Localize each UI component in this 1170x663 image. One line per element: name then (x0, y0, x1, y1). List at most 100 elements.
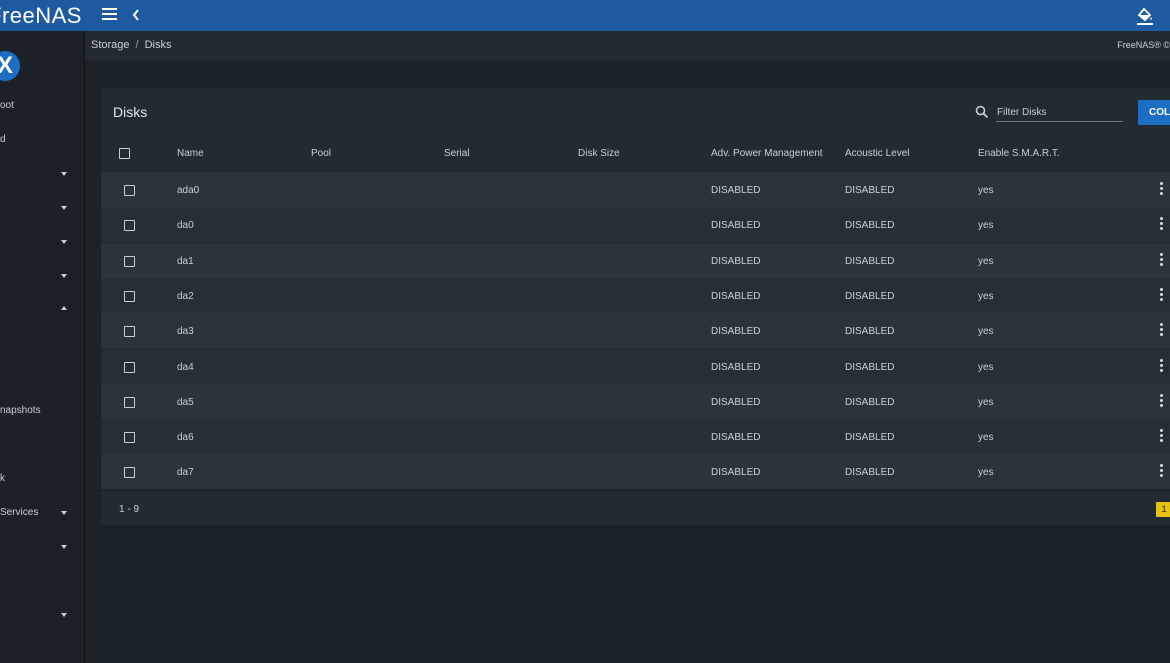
header-pool[interactable]: Pool (311, 148, 331, 159)
chevron-down-icon[interactable] (61, 511, 67, 515)
row-checkbox[interactable] (124, 432, 135, 444)
cell-acoustic-level: DISABLED (845, 326, 895, 338)
chevron-down-icon[interactable] (61, 545, 67, 549)
row-checkbox[interactable] (124, 220, 135, 232)
more-vert-icon[interactable] (1159, 217, 1165, 231)
row-checkbox[interactable] (124, 255, 135, 267)
cell-enable-smart: yes (978, 361, 994, 373)
table-row[interactable]: da2 DISABLED DISABLED yes (101, 277, 1170, 313)
sidebar-item-d[interactable]: d (0, 134, 6, 145)
sidebar-item-boot[interactable]: oot (0, 100, 14, 111)
table-row[interactable]: da3 DISABLED DISABLED yes (101, 313, 1170, 349)
cell-name: da5 (177, 396, 194, 408)
cell-name: da6 (177, 432, 194, 444)
chevron-down-icon[interactable] (61, 613, 67, 617)
table-row[interactable]: da6 DISABLED DISABLED yes (101, 419, 1170, 455)
brand-name: FreeNAS (0, 3, 82, 28)
cell-name: da2 (177, 290, 194, 302)
cell-enable-smart: yes (978, 185, 994, 196)
breadcrumb: Storage / Disks (91, 39, 171, 51)
row-checkbox[interactable] (124, 326, 135, 338)
cell-power-management: DISABLED (711, 396, 761, 408)
chevron-down-icon[interactable] (61, 172, 67, 176)
cell-name: ada0 (177, 185, 200, 196)
more-vert-icon[interactable] (1159, 429, 1165, 443)
sidebar-item-snapshots[interactable]: napshots (0, 405, 41, 416)
select-all-checkbox[interactable] (119, 148, 130, 159)
cell-acoustic-level: DISABLED (845, 432, 895, 444)
header-power-management[interactable]: Adv. Power Management (711, 148, 823, 159)
disks-card: Disks COL Name Pool Serial Disk Size Adv… (101, 88, 1170, 525)
paint-bucket-icon[interactable] (1134, 5, 1156, 27)
cell-acoustic-level: DISABLED (845, 255, 895, 267)
cell-power-management: DISABLED (711, 467, 761, 479)
cell-enable-smart: yes (978, 220, 994, 232)
cell-name: da0 (177, 220, 194, 232)
table-row[interactable]: da0 DISABLED DISABLED yes (101, 207, 1170, 243)
chevron-left-icon[interactable] (131, 5, 145, 25)
cell-name: da7 (177, 467, 194, 479)
row-checkbox[interactable] (124, 396, 135, 408)
more-vert-icon[interactable] (1159, 182, 1165, 196)
table-footer: 1 - 9 1 (101, 490, 1170, 526)
cell-enable-smart: yes (978, 396, 994, 408)
more-vert-icon[interactable] (1159, 252, 1165, 267)
breadcrumb-bar: Storage / Disks FreeNAS® © (85, 31, 1170, 60)
header-serial[interactable]: Serial (444, 148, 470, 159)
table-row[interactable]: da4 DISABLED DISABLED yes (101, 348, 1170, 384)
copyright-text: FreeNAS® © (1117, 40, 1170, 50)
cell-power-management: DISABLED (711, 255, 761, 267)
header-enable-smart[interactable]: Enable S.M.A.R.T. (978, 148, 1060, 159)
cell-acoustic-level: DISABLED (845, 220, 895, 232)
cell-acoustic-level: DISABLED (845, 361, 895, 373)
row-checkbox[interactable] (124, 361, 135, 373)
more-vert-icon[interactable] (1159, 287, 1165, 302)
sidebar-item-k[interactable]: k (0, 473, 5, 484)
search-icon (975, 105, 989, 119)
table-row[interactable]: da7 DISABLED DISABLED yes (101, 454, 1170, 490)
row-checkbox[interactable] (124, 185, 135, 196)
row-checkbox[interactable] (124, 467, 135, 479)
more-vert-icon[interactable] (1159, 464, 1165, 478)
columns-button[interactable]: COL (1138, 100, 1170, 125)
chevron-down-icon[interactable] (61, 274, 67, 278)
table-header: Name Pool Serial Disk Size Adv. Power Ma… (101, 136, 1170, 172)
table-row[interactable]: da5 DISABLED DISABLED yes (101, 383, 1170, 419)
cell-name: da4 (177, 361, 194, 373)
more-vert-icon[interactable] (1159, 323, 1165, 337)
header-name[interactable]: Name (177, 148, 204, 159)
cell-enable-smart: yes (978, 467, 994, 479)
top-bar: FreeNAS (0, 0, 1170, 31)
chevron-down-icon[interactable] (61, 240, 67, 244)
cell-name: da1 (177, 255, 194, 267)
cell-power-management: DISABLED (711, 326, 761, 338)
sidebar: X oot d napshots k Services (0, 31, 85, 663)
page-number-button[interactable]: 1 (1156, 502, 1170, 517)
cell-power-management: DISABLED (711, 361, 761, 373)
cell-acoustic-level: DISABLED (845, 185, 895, 196)
page-title: Disks (113, 104, 148, 120)
chevron-up-icon[interactable] (61, 306, 67, 310)
breadcrumb-separator: / (135, 39, 139, 51)
brand: FreeNAS (0, 0, 84, 31)
cell-enable-smart: yes (978, 326, 994, 338)
cell-enable-smart: yes (978, 432, 994, 444)
row-checkbox[interactable] (124, 290, 135, 302)
header-disk-size[interactable]: Disk Size (578, 148, 620, 159)
breadcrumb-storage[interactable]: Storage (91, 39, 130, 51)
cell-power-management: DISABLED (711, 290, 761, 302)
freenas-logo: X (0, 51, 20, 81)
more-vert-icon[interactable] (1159, 358, 1165, 373)
header-acoustic-level[interactable]: Acoustic Level (845, 148, 909, 159)
chevron-down-icon[interactable] (61, 206, 67, 210)
table-row[interactable]: da1 DISABLED DISABLED yes (101, 242, 1170, 278)
cell-acoustic-level: DISABLED (845, 467, 895, 479)
cell-power-management: DISABLED (711, 185, 761, 196)
more-vert-icon[interactable] (1159, 393, 1165, 408)
filter-disks-input[interactable] (996, 104, 1123, 122)
sidebar-item-services[interactable]: Services (0, 507, 38, 518)
cell-enable-smart: yes (978, 290, 994, 302)
table-row[interactable]: ada0 DISABLED DISABLED yes (101, 172, 1170, 207)
cell-acoustic-level: DISABLED (845, 290, 895, 302)
hamburger-icon[interactable] (102, 8, 117, 22)
